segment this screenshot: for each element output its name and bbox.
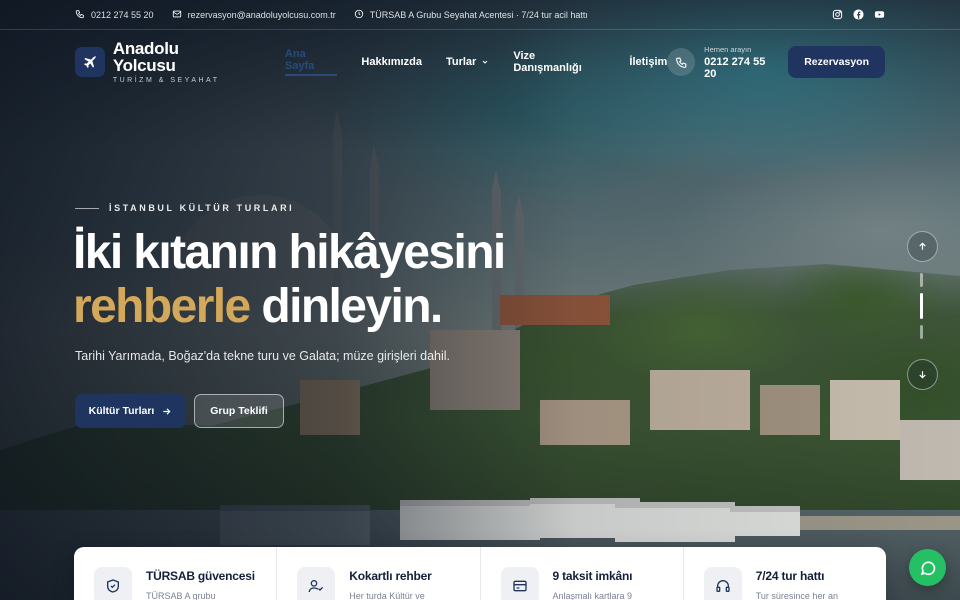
nav-item-about[interactable]: Hakkımızda [361,48,422,76]
cta-label: Grup Teklifi [210,405,268,417]
feature-card: 9 taksit imkânı Anlaşmalı kartlara 9 [481,547,684,600]
nav-item-home[interactable]: Ana Sayfa [284,48,338,76]
nav-item-label: Turlar [445,56,477,68]
main-navigation: Anadolu Yolcusu TURİZM & SEYAHAT Ana Say… [0,30,960,94]
feature-title: 7/24 tur hattı [755,569,825,583]
slider-dot-active[interactable] [920,293,923,319]
topbar-info: TÜRSAB A Grubu Seyahat Acentesi · 7/24 t… [354,9,588,21]
clock-icon [354,9,364,21]
hero-eyebrow: İSTANBUL KÜLTÜR TURLARI [75,203,294,213]
nav-item-label: Hakkımızda [361,56,422,68]
call-number: 0212 274 55 20 [704,55,766,80]
cta-label: Kültür Turları [88,405,155,417]
call-label: Hemen arayın [704,44,752,54]
chat-bubble-icon [920,561,935,575]
feature-card: Kokartlı rehber Her turda Kültür ve [277,547,481,600]
phone-icon [75,9,85,21]
feature-desc: Anlaşmalı kartlara 9 [552,591,633,600]
reservation-button[interactable]: Rezervasyon [788,46,885,78]
arrow-right-icon [163,407,171,415]
feature-card: 7/24 tur hattı Tur süresince her an [684,547,886,600]
user-check-icon [297,567,336,600]
topbar-phone-text: 0212 274 55 20 [91,9,154,20]
feature-title: 9 taksit imkânı [552,569,633,583]
slider-next-button[interactable] [907,359,938,390]
brand-tagline: TURİZM & SEYAHAT [112,77,220,84]
phone-icon [667,48,696,76]
topbar-email-text: rezervasyon@anadoluyolcusu.com.tr [187,9,336,20]
brand-name: Anadolu Yolcusu [112,39,179,75]
call-block[interactable]: Hemen arayın 0212 274 55 20 [667,45,780,80]
group-offer-button[interactable]: Grup Teklifi [194,394,284,428]
topbar-info-text: TÜRSAB A Grubu Seyahat Acentesi · 7/24 t… [369,9,588,20]
feature-card: TÜRSAB güvencesi TÜRSAB A grubu [74,547,278,600]
feature-strip: TÜRSAB güvencesi TÜRSAB A grubu Kokartlı… [74,547,886,600]
headline-rest: dinleyin. [249,280,443,333]
feature-desc: Her turda Kültür ve [349,591,425,600]
plane-icon [75,47,105,77]
feature-title: Kokartlı rehber [349,569,432,583]
slider-indicators [920,273,923,339]
brand-logo[interactable]: Anadolu Yolcusu TURİZM & SEYAHAT [75,40,245,84]
top-info-bar: 0212 274 55 20 rezervasyon@anadoluyolcus… [0,0,960,30]
mail-icon [172,9,182,21]
slider-dot[interactable] [920,273,923,287]
hero-subtitle: Tarihi Yarımada, Boğaz'da tekne turu ve … [75,349,451,363]
feature-desc: Tur süresince her an [755,591,838,600]
nav-menu: Ana Sayfa Hakkımızda Turlar Vize Danışma… [284,48,667,76]
culture-tours-button[interactable]: Kültür Turları [75,394,186,428]
feature-title: TÜRSAB güvencesi [146,569,255,583]
eyebrow-line [75,207,99,209]
headset-icon [703,567,742,600]
headline-line1: İki kıtanın hikâyesini [73,226,506,279]
chevron-down-icon [482,60,488,64]
chat-button[interactable] [909,549,946,586]
shield-check-icon [94,567,132,600]
nav-item-label: Ana Sayfa [284,48,315,72]
slider-dot[interactable] [920,325,923,339]
hero-headline: İki kıtanın hikâyesini rehberle dinleyin… [73,226,506,334]
credit-card-icon [500,567,539,600]
topbar-email[interactable]: rezervasyon@anadoluyolcusu.com.tr [172,9,336,21]
slider-prev-button[interactable] [907,231,938,262]
facebook-icon[interactable] [853,9,864,20]
nav-item-contact[interactable]: İletişim [629,48,667,76]
arrow-up-icon [919,242,926,250]
feature-desc: TÜRSAB A grubu [146,591,216,600]
social-links [832,9,885,20]
headline-highlight: rehberle [73,280,251,333]
nav-item-visa[interactable]: Vize Danışmanlığı [513,48,605,76]
eyebrow-text: İSTANBUL KÜLTÜR TURLARI [109,203,295,213]
arrow-down-icon [919,371,926,379]
instagram-icon[interactable] [832,9,843,20]
nav-item-tours[interactable]: Turlar [446,48,489,76]
youtube-icon[interactable] [874,9,885,20]
topbar-phone[interactable]: 0212 274 55 20 [75,9,154,21]
nav-item-label: Vize Danışmanlığı [513,50,582,74]
nav-item-label: İletişim [629,56,668,68]
